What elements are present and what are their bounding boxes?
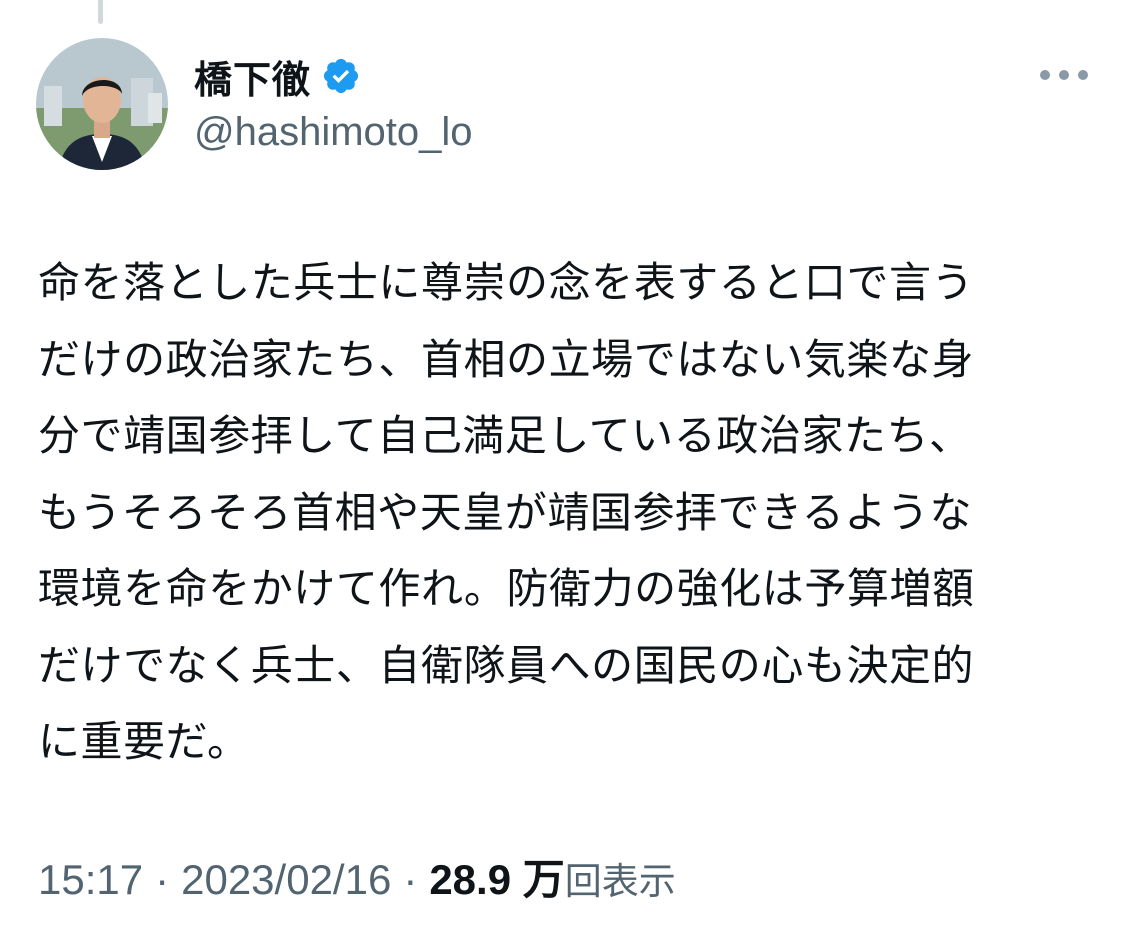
avatar[interactable]	[36, 38, 168, 170]
tweet-author: 橋下徹 @hashimoto_lo	[194, 50, 473, 155]
name-row: 橋下徹	[194, 50, 473, 102]
views-count[interactable]: 28.9 万	[429, 846, 564, 907]
separator-dot: ·	[155, 856, 170, 903]
separator-dot: ·	[403, 856, 418, 903]
user-handle[interactable]: @hashimoto_lo	[194, 110, 473, 155]
thread-connector-line	[98, 0, 103, 24]
display-name[interactable]: 橋下徹	[194, 49, 311, 104]
more-dot	[1059, 70, 1069, 80]
tweet-metadata: 15:17 · 2023/02/16 · 28.9 万 回表示	[38, 846, 676, 907]
more-dot	[1040, 70, 1050, 80]
more-options-icon[interactable]	[1040, 60, 1088, 90]
tweet-time[interactable]: 15:17	[38, 856, 143, 904]
views-label: 回表示	[564, 860, 676, 903]
tweet-date[interactable]: 2023/02/16	[181, 856, 391, 904]
verified-badge-icon[interactable]	[321, 56, 361, 96]
more-dot	[1078, 70, 1088, 80]
tweet-text: 命を落とした兵士に尊崇の念を表すると口で言う だけの政治家たち、首相の立場ではな…	[38, 258, 975, 766]
